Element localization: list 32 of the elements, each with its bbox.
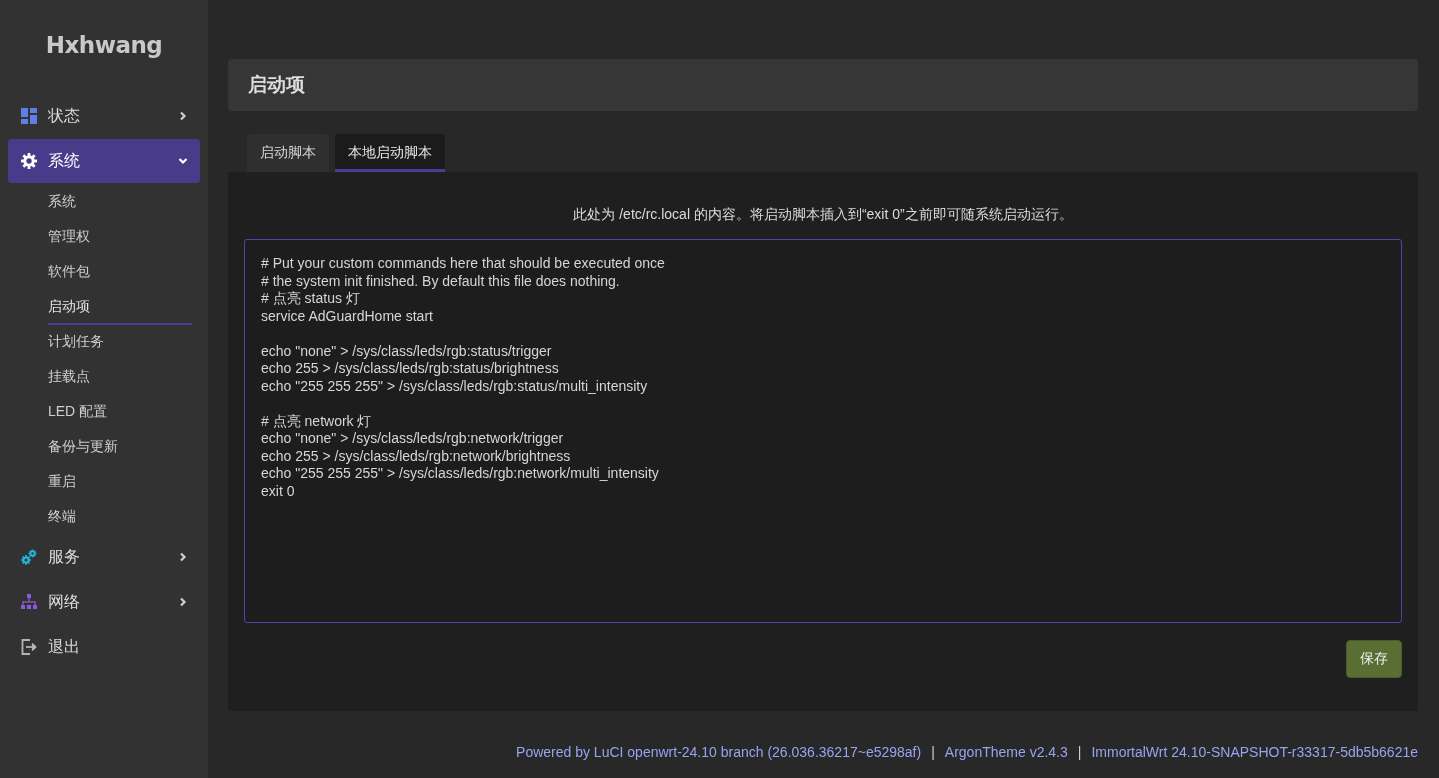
- nav-item[interactable]: 系统: [8, 139, 200, 183]
- nav-subitem[interactable]: 软件包: [48, 255, 192, 290]
- footer-link[interactable]: ArgonTheme v2.4.3: [944, 743, 1068, 761]
- nav-subitem[interactable]: 启动项: [48, 290, 192, 325]
- script-editor[interactable]: # Put your custom commands here that should be executed once # the system init finished. By default this file does nothing. # 点亮 status 灯 service AdGuardHome start echo "none" > /sys/class/leds/rgb:status/trigger echo 255 > /sys/class/leds/rgb:status/brightness echo "255 255 255" > /sys/class/leds/rgb:status/multi_intensity # 点亮 network 灯 echo "none" > /sys/class/leds/rgb:network/trigger echo 255 > /sys/class/leds/rgb:network/brightness echo "255 255 255" > /sys/class/leds/rgb:network/multi_intensity exit 0: [244, 239, 1402, 623]
- gears-icon: [21, 549, 37, 565]
- nav-item[interactable]: 网络: [8, 580, 200, 624]
- nav-item[interactable]: 状态: [8, 94, 200, 138]
- nav-subitem[interactable]: 备份与更新: [48, 430, 192, 465]
- nav-subitem[interactable]: 管理权: [48, 220, 192, 255]
- nav-item[interactable]: 退出: [8, 625, 200, 669]
- nav-subitem[interactable]: 系统: [48, 185, 192, 220]
- nav-subitem[interactable]: 计划任务: [48, 325, 192, 360]
- tab[interactable]: 启动脚本: [247, 134, 329, 172]
- footer-link[interactable]: Powered by LuCI openwrt-24.10 branch (26.036.36217~e5298af): [516, 743, 922, 761]
- tab[interactable]: 本地启动脚本: [335, 134, 445, 172]
- save-button[interactable]: 保存: [1346, 640, 1402, 678]
- nav-subitem[interactable]: 重启: [48, 465, 192, 500]
- nav-subitem[interactable]: 终端: [48, 500, 192, 535]
- gear-icon: [21, 153, 37, 169]
- page-title: 启动项: [248, 73, 305, 97]
- description-text: 此处为 /etc/rc.local 的内容。将启动脚本插入到“exit 0”之前即可随系统启动运行。: [572, 205, 1074, 224]
- nav-subitem[interactable]: LED 配置: [48, 395, 192, 430]
- footer-separator: |: [1077, 743, 1082, 761]
- footer-separator: |: [931, 743, 935, 761]
- sitemap-icon: [21, 594, 37, 610]
- logo-text: Hxhwang: [45, 31, 163, 60]
- dashboard-icon: [21, 108, 37, 124]
- footer-link[interactable]: ImmortalWrt 24.10-SNAPSHOT-r33317-5db5b6621e: [1091, 743, 1418, 761]
- nav-item[interactable]: 服务: [8, 535, 200, 579]
- nav-subitem[interactable]: 挂载点: [48, 360, 192, 395]
- logout-icon: [21, 639, 37, 655]
